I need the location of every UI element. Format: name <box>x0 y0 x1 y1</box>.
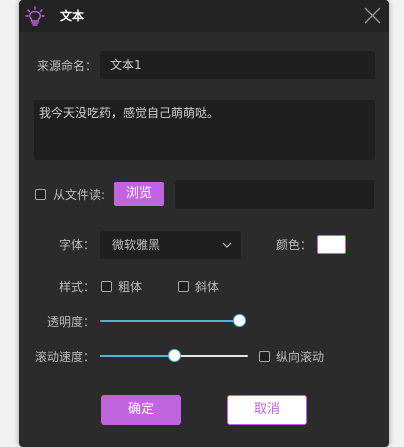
vertical-scroll-label: 纵向滚动 <box>276 350 325 364</box>
vertical-scroll-checkbox[interactable] <box>259 351 270 362</box>
text-content-value: 我今天没吃药，感觉自己萌萌哒。 <box>39 106 220 120</box>
bold-checkbox[interactable] <box>101 281 112 292</box>
font-select[interactable]: 微软雅黑 <box>100 231 241 259</box>
browse-button[interactable]: 浏览 <box>114 182 164 206</box>
from-file-label: 从文件读: <box>53 188 106 202</box>
text-content-area[interactable]: 我今天没吃药，感觉自己萌萌哒。 <box>34 100 375 160</box>
scroll-speed-slider[interactable] <box>100 348 248 364</box>
source-name-value: 文本1 <box>110 58 142 72</box>
title-bar: 文本 <box>19 0 389 32</box>
ok-button[interactable]: 确定 <box>101 395 181 425</box>
text-dialog: 文本 来源命名： 文本1 我今天没吃药，感觉自己萌萌哒。 从文件读: 浏览 字体… <box>19 0 389 447</box>
opacity-slider[interactable] <box>100 313 246 329</box>
bold-label: 粗体 <box>118 280 143 294</box>
lightbulb-icon <box>25 6 45 26</box>
opacity-slider-handle[interactable] <box>233 314 246 327</box>
font-label: 字体： <box>59 238 96 252</box>
italic-checkbox[interactable] <box>178 281 189 292</box>
source-name-label: 来源命名： <box>37 59 98 73</box>
opacity-slider-fill <box>100 320 240 322</box>
scroll-speed-slider-handle[interactable] <box>168 349 181 362</box>
close-icon[interactable] <box>364 7 381 24</box>
scroll-speed-label: 滚动速度： <box>35 350 96 364</box>
chevron-down-icon <box>222 242 232 248</box>
file-path-input[interactable] <box>175 180 374 209</box>
window-title: 文本 <box>60 9 85 23</box>
cancel-button[interactable]: 取消 <box>227 395 307 425</box>
italic-label: 斜体 <box>195 280 220 294</box>
source-name-input[interactable]: 文本1 <box>100 51 375 79</box>
font-select-value: 微软雅黑 <box>112 238 161 252</box>
color-label: 颜色： <box>276 238 313 252</box>
opacity-label: 透明度： <box>47 315 96 329</box>
color-swatch[interactable] <box>317 235 346 254</box>
scroll-speed-slider-fill <box>100 355 175 357</box>
style-label: 样式： <box>59 280 96 294</box>
from-file-checkbox[interactable] <box>35 189 46 200</box>
